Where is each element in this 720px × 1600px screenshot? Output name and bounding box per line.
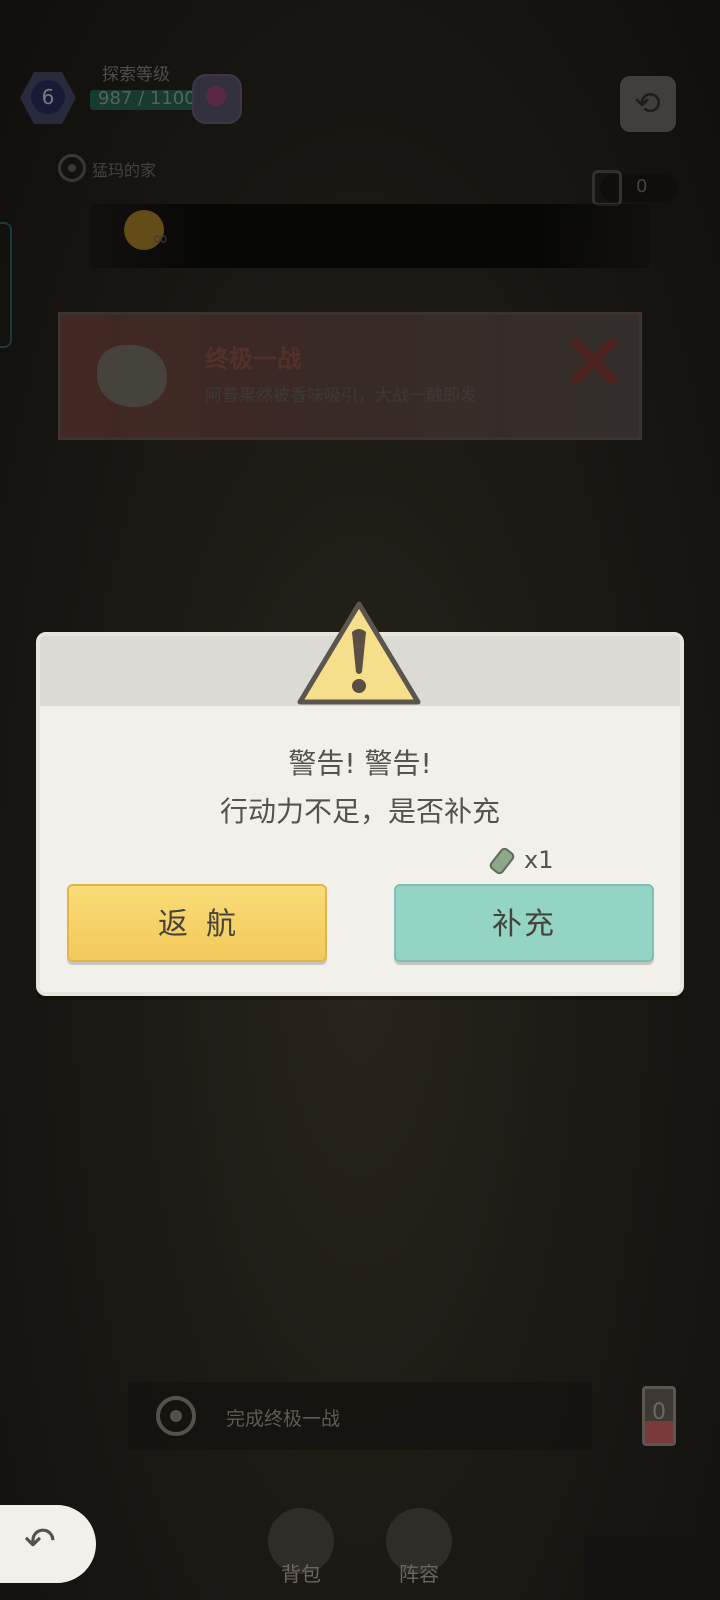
quest-text: 完成终极一战 — [226, 1408, 341, 1430]
back-arrow-icon: ↶ — [24, 1519, 56, 1563]
return-button[interactable]: 返航 — [67, 884, 327, 962]
nav-bag-label: 背包 — [281, 1562, 321, 1586]
nav-team[interactable]: 阵容 — [384, 1508, 454, 1588]
nav-bag[interactable]: 背包 — [266, 1508, 336, 1588]
back-button[interactable]: ↶ — [0, 1505, 96, 1583]
cost-text: x1 — [524, 846, 554, 874]
nav-team-label: 阵容 — [399, 1562, 439, 1586]
quest-bar[interactable]: 完成终极一战 — [128, 1382, 592, 1450]
quest-pin-icon — [156, 1396, 196, 1436]
corner-shadow — [584, 1536, 720, 1600]
refill-button[interactable]: 补充 — [394, 884, 654, 962]
warning-message: 行动力不足，是否补充 — [219, 795, 500, 828]
warning-icon — [297, 601, 421, 705]
energy-value: 0 — [652, 1400, 666, 1425]
warning-title: 警告! 警告! — [288, 747, 432, 780]
